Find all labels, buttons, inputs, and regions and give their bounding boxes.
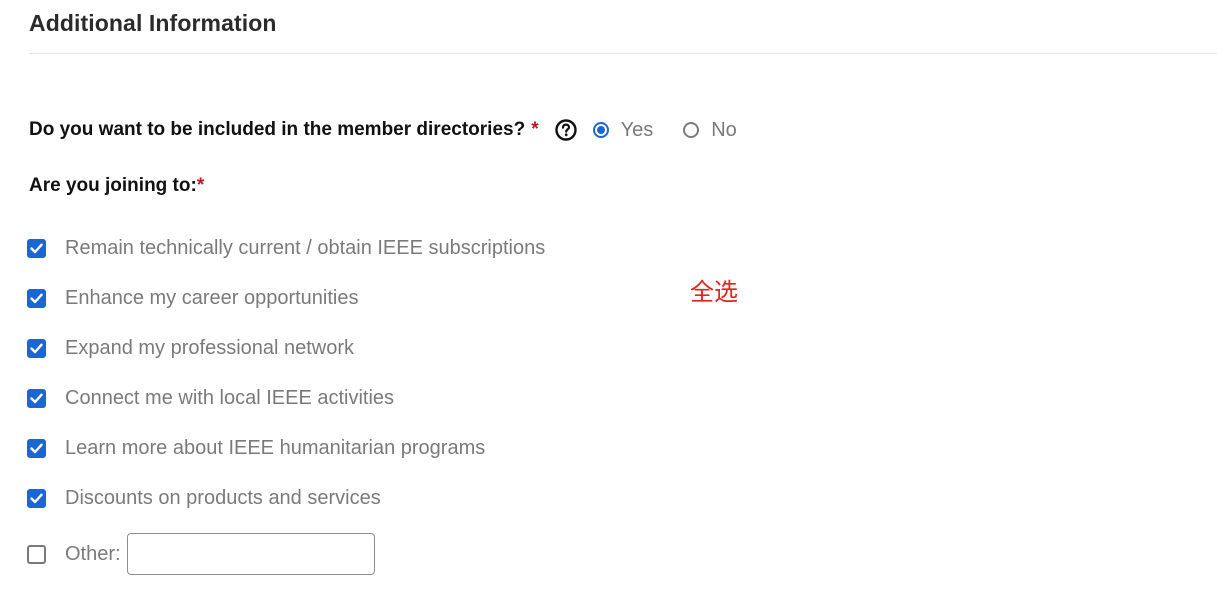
checkmark-icon (30, 443, 43, 453)
checkbox-label: Enhance my career opportunities (65, 286, 359, 309)
radio-yes[interactable]: Yes (592, 118, 654, 142)
joining-option[interactable]: Enhance my career opportunities (27, 282, 545, 314)
checkbox[interactable] (27, 488, 46, 508)
joining-option[interactable]: Expand my professional network (27, 332, 545, 364)
checkmark-icon (30, 393, 43, 403)
checkbox-label: Remain technically current / obtain IEEE… (65, 236, 546, 259)
checkbox[interactable] (27, 438, 46, 458)
checkbox-label: Expand my professional network (65, 336, 355, 359)
checkbox[interactable] (27, 388, 46, 408)
joining-option[interactable]: Connect me with local IEEE activities (27, 382, 545, 414)
checkbox[interactable] (27, 238, 46, 258)
joining-option[interactable]: Remain technically current / obtain IEEE… (27, 232, 545, 264)
radio-no-label: No (711, 118, 737, 141)
checkmark-icon (30, 343, 43, 353)
radio-yes-circle[interactable] (592, 122, 609, 138)
question-circle-icon[interactable] (554, 119, 577, 141)
other-text-input[interactable] (126, 533, 375, 575)
radio-yes-label: Yes (620, 118, 654, 141)
checkbox[interactable] (27, 288, 46, 308)
checkmark-icon (30, 243, 43, 253)
joining-options-list: Remain technically current / obtain IEEE… (27, 232, 545, 594)
checkmark-icon (30, 493, 43, 503)
checkbox-label: Learn more about IEEE humanitarian progr… (65, 436, 486, 459)
radio-no[interactable]: No (683, 119, 737, 142)
section-title: Additional Information (29, 10, 277, 36)
checkbox-label: Discounts on products and services (65, 486, 381, 509)
directory-question-label: Do you want to be included in the member… (29, 119, 526, 140)
required-marker: * (531, 119, 539, 140)
joining-option-other[interactable]: Other: (27, 532, 545, 576)
section-divider (29, 53, 1217, 54)
checkbox-label: Connect me with local IEEE activities (65, 386, 395, 409)
joining-question-label: Are you joining to: (29, 175, 197, 196)
checkbox-label-other: Other: (65, 542, 121, 565)
required-marker: * (196, 175, 205, 196)
additional-information-page: Additional Information Do you want to be… (0, 0, 1217, 599)
directory-question-row: Do you want to be included in the member… (29, 114, 737, 146)
joining-option[interactable]: Discounts on products and services (27, 482, 545, 514)
checkbox-other[interactable] (27, 544, 46, 564)
select-all-annotation: 全选 (690, 278, 738, 306)
joining-question-row: Are you joining to:* (29, 175, 204, 197)
checkbox[interactable] (27, 338, 46, 358)
checkmark-icon (30, 293, 43, 303)
radio-no-circle[interactable] (683, 122, 700, 138)
joining-option[interactable]: Learn more about IEEE humanitarian progr… (27, 432, 545, 464)
